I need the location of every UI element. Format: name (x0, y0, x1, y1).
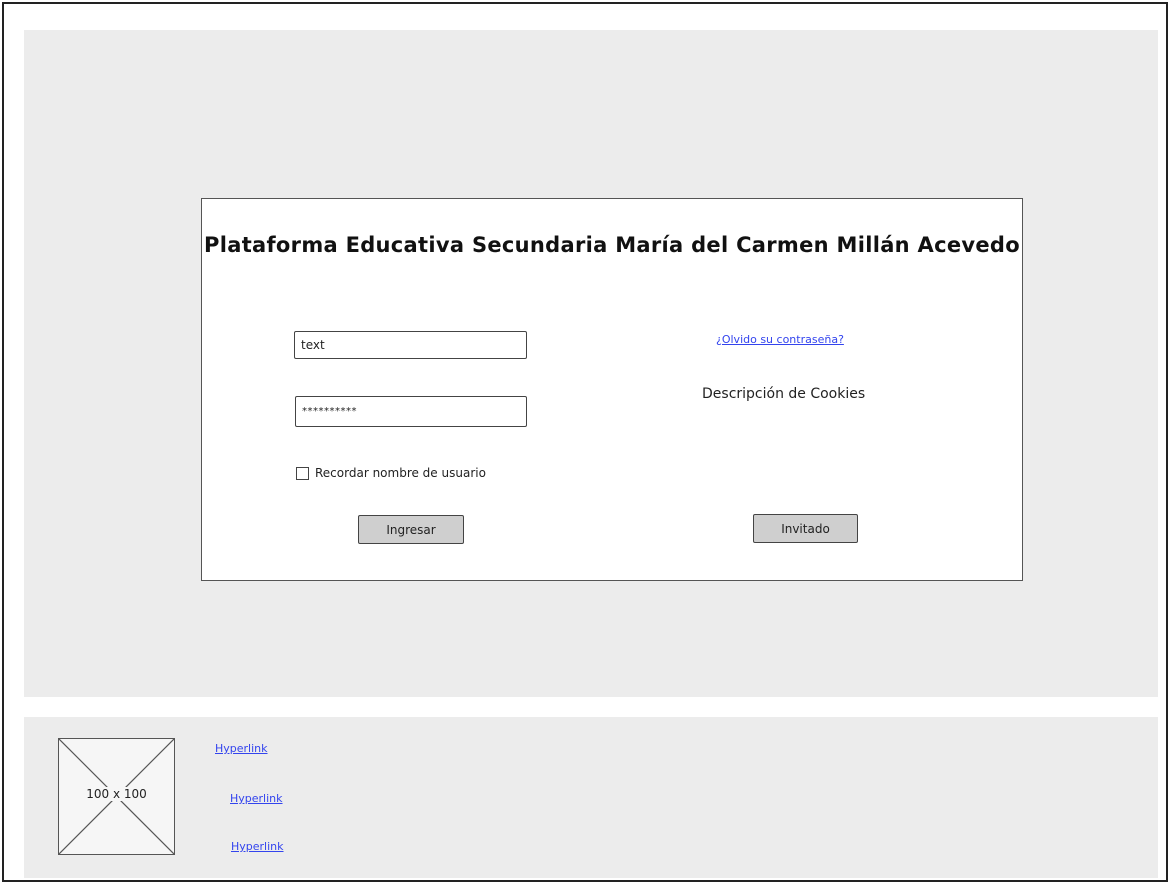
main-area: Plataforma Educativa Secundaria María de… (24, 30, 1158, 697)
login-card: Plataforma Educativa Secundaria María de… (201, 198, 1023, 581)
footer-link-3[interactable]: Hyperlink (231, 840, 284, 853)
username-input[interactable] (294, 331, 527, 359)
forgot-password-link[interactable]: ¿Olvido su contraseña? (716, 333, 844, 346)
footer-link-1[interactable]: Hyperlink (215, 742, 268, 755)
guest-button[interactable]: Invitado (753, 514, 858, 543)
password-input[interactable] (295, 396, 527, 427)
footer-link-2[interactable]: Hyperlink (230, 792, 283, 805)
cookies-description: Descripción de Cookies (702, 386, 866, 402)
page-title: Plataforma Educativa Secundaria María de… (204, 233, 1020, 257)
page-frame: Plataforma Educativa Secundaria María de… (2, 2, 1168, 882)
login-button[interactable]: Ingresar (358, 515, 464, 544)
remember-checkbox[interactable] (296, 466, 309, 480)
remember-label: Recordar nombre de usuario (315, 466, 486, 480)
image-placeholder: 100 x 100 (58, 738, 175, 855)
image-placeholder-label: 100 x 100 (59, 787, 174, 801)
footer: 100 x 100 Hyperlink Hyperlink Hyperlink (24, 717, 1158, 878)
remember-row: Recordar nombre de usuario (296, 466, 486, 480)
image-placeholder-text: 100 x 100 (84, 787, 149, 801)
